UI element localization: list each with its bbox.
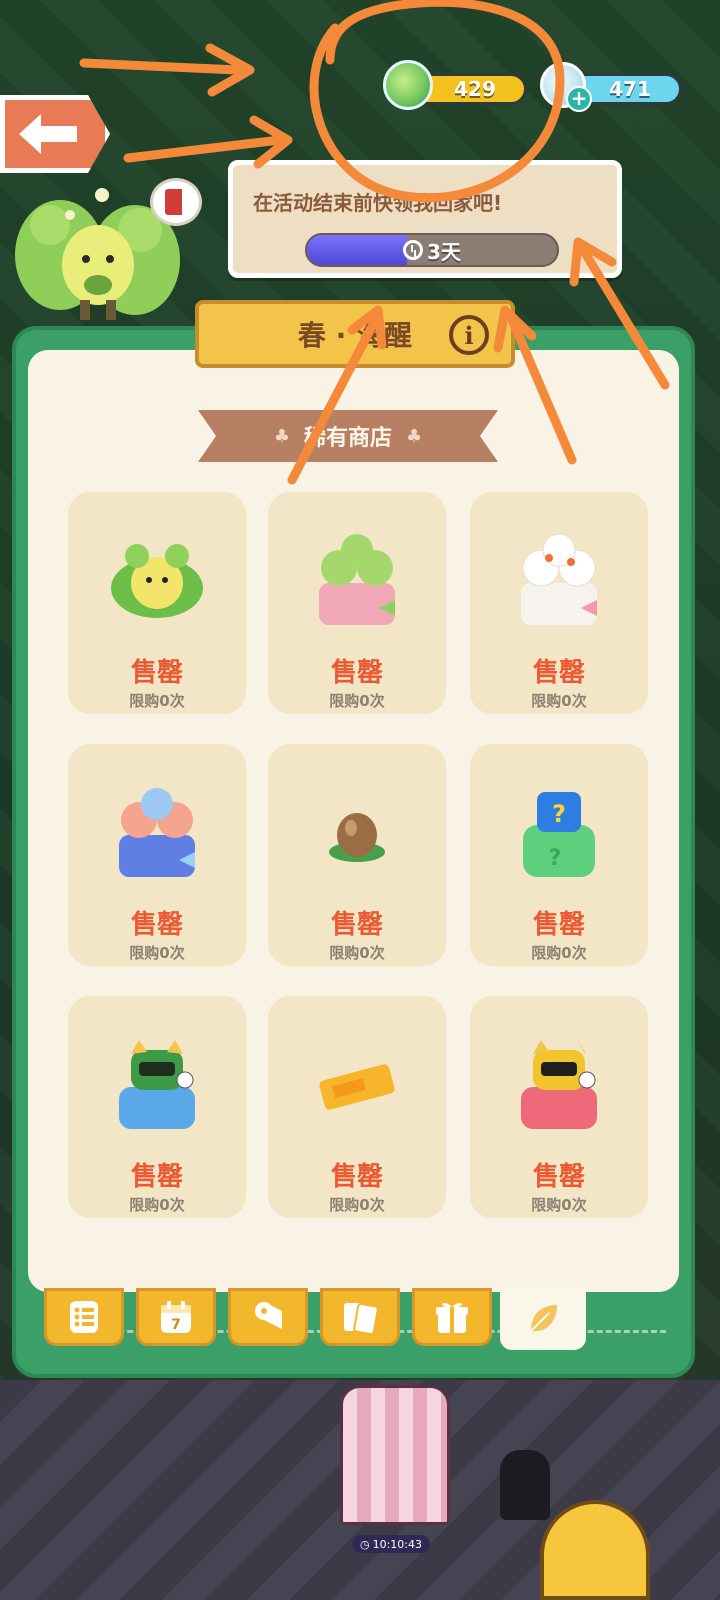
svg-text:?: ?	[549, 846, 562, 871]
seed-icon	[329, 813, 385, 862]
red-robot-cat-icon	[521, 1040, 597, 1129]
speech-text: 在活动结束前快领我回家吧!	[253, 191, 503, 215]
white-gift-basket-icon	[521, 533, 597, 625]
item-limit: 限购0次	[129, 944, 185, 962]
item-price: 售罄	[330, 1162, 383, 1192]
ticket-icon	[319, 1064, 395, 1110]
mystery-bag-icon: ??	[523, 792, 595, 877]
item-limit: 限购0次	[329, 692, 385, 710]
item-price: 售罄	[532, 910, 585, 940]
roll-icon	[255, 1302, 282, 1329]
svg-text:?: ?	[552, 800, 566, 828]
tab-gift[interactable]	[412, 1288, 492, 1346]
shop-item-card[interactable]: 售罄限购0次	[470, 492, 648, 714]
item-price: 售罄	[130, 910, 183, 940]
item-limit: 限购0次	[129, 1196, 185, 1214]
shop-item-card[interactable]: 售罄限购0次	[68, 996, 246, 1218]
shop-item-card[interactable]: 售罄限购0次	[470, 996, 648, 1218]
shop-item-card[interactable]: ?? 售罄限购0次	[470, 744, 648, 966]
svg-text:7: 7	[171, 1317, 181, 1333]
event-title-text: 春 · 海醒	[297, 319, 413, 352]
item-price: 售罄	[532, 1162, 585, 1192]
arrow-left-icon	[19, 114, 77, 154]
item-limit: 限购0次	[329, 944, 385, 962]
item-limit: 限购0次	[129, 692, 185, 710]
shop-item-card[interactable]: 售罄限购0次	[68, 744, 246, 966]
list-icon	[70, 1301, 98, 1333]
club-icon: ♣	[406, 425, 423, 447]
tab-list[interactable]	[44, 1288, 124, 1346]
add-currency-button[interactable]: +	[566, 86, 592, 112]
item-limit: 限购0次	[531, 692, 587, 710]
bottom-timer: ◷ 10:10:43	[352, 1535, 430, 1553]
item-limit: 限购0次	[531, 1196, 587, 1214]
shop-item-card[interactable]: 售罄限购0次	[268, 492, 446, 714]
leaf-creature-icon	[383, 60, 433, 110]
tab-roll[interactable]	[228, 1288, 308, 1346]
green-gift-basket-icon	[319, 534, 395, 625]
currency-one-value: 429	[454, 77, 496, 101]
background-figure	[500, 1450, 550, 1520]
section-title: 稀有商店	[303, 426, 392, 451]
bottom-timer-label: 10:10:43	[372, 1537, 422, 1551]
tab-calendar[interactable]: 7	[136, 1288, 216, 1346]
tab-leaf[interactable]	[500, 1288, 586, 1350]
club-icon: ♣	[273, 425, 290, 447]
item-price: 售罄	[130, 1162, 183, 1192]
item-price: 售罄	[130, 658, 183, 688]
cards-icon	[344, 1302, 379, 1336]
background-chick	[540, 1500, 650, 1600]
book-icon	[165, 189, 187, 215]
calendar-icon: 7	[161, 1301, 191, 1333]
item-limit: 限购0次	[329, 1196, 385, 1214]
info-button[interactable]: i	[449, 315, 489, 355]
currency-two-value: 471	[609, 77, 651, 101]
gift-icon	[436, 1302, 468, 1333]
clock-icon: ◷	[359, 1537, 370, 1551]
item-price: 售罄	[330, 658, 383, 688]
tab-cards[interactable]	[320, 1288, 400, 1346]
blue-robot-cat-icon	[119, 1040, 195, 1129]
event-timer-bar: 3天	[305, 233, 559, 267]
section-ribbon: ♣ 稀有商店 ♣	[198, 410, 498, 462]
back-button[interactable]	[0, 95, 110, 173]
leaf-icon	[530, 1305, 557, 1332]
green-bush-mascot-icon	[111, 544, 203, 618]
event-timer-label: 3天	[427, 239, 461, 264]
speech-bubble: 在活动结束前快领我回家吧! 3天	[228, 160, 622, 278]
book-button[interactable]	[150, 178, 202, 226]
item-price: 售罄	[330, 910, 383, 940]
shop-item-card[interactable]: 售罄限购0次	[268, 996, 446, 1218]
background-booth	[340, 1385, 450, 1525]
item-price: 售罄	[532, 658, 585, 688]
item-limit: 限购0次	[531, 944, 587, 962]
shop-item-card[interactable]: 售罄限购0次	[268, 744, 446, 966]
shop-item-card[interactable]: 售罄限购0次	[68, 492, 246, 714]
blue-gift-basket-icon	[119, 788, 195, 877]
clock-icon	[403, 240, 424, 260]
